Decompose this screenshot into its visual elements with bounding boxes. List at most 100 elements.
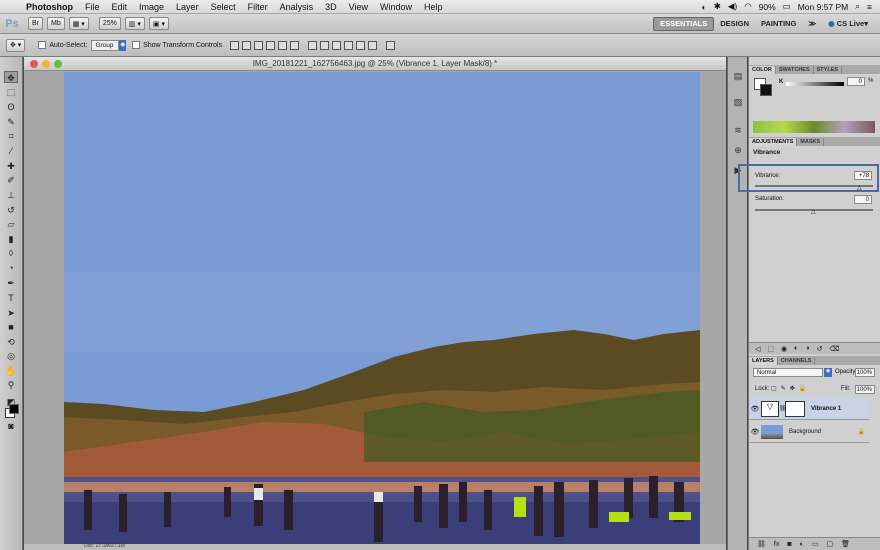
minimize-window-icon[interactable] xyxy=(42,60,50,68)
view-previous-icon[interactable]: ◑ xyxy=(805,345,809,352)
shape-tool-icon[interactable]: ■ xyxy=(4,321,18,333)
history-brush-tool-icon[interactable]: ↺ xyxy=(4,204,18,216)
layer-row-background[interactable]: 👁 Background 🔒 xyxy=(749,421,869,443)
color-panel-background-swatch[interactable] xyxy=(760,84,772,96)
bridge-button[interactable]: Br xyxy=(28,17,43,30)
menu-view[interactable]: View xyxy=(349,2,368,12)
return-to-list-icon[interactable]: ◁ xyxy=(755,345,760,353)
type-tool-icon[interactable]: T xyxy=(4,292,18,304)
layer-row-vibrance[interactable]: 👁 ▽ ⛓ Vibrance 1 xyxy=(749,398,869,420)
opacity-field[interactable]: 100% xyxy=(855,368,875,377)
arrange-documents-button[interactable]: ▥ ▾ xyxy=(124,17,145,30)
quick-mask-icon[interactable]: ◙ xyxy=(4,420,18,432)
zoom-window-icon[interactable] xyxy=(54,60,62,68)
battery-percent[interactable]: 90% xyxy=(759,2,776,12)
add-mask-icon[interactable]: ◙ xyxy=(787,541,791,548)
3d-rotate-tool-icon[interactable]: ⟲ xyxy=(4,336,18,348)
distribute-right-icon[interactable] xyxy=(368,40,378,50)
status-icon[interactable]: ◐ xyxy=(702,2,707,12)
search-icon[interactable]: ⌕ xyxy=(855,1,860,12)
blend-mode-arrow-icon[interactable]: ◆ xyxy=(824,368,832,377)
brush-panel-icon[interactable]: ≋ xyxy=(731,125,745,138)
3d-orbit-tool-icon[interactable]: ◎ xyxy=(4,350,18,362)
menu-window[interactable]: Window xyxy=(380,2,412,12)
fill-field[interactable]: 100% xyxy=(855,385,875,394)
k-value-field[interactable]: 0 xyxy=(847,77,865,86)
view-extras-button[interactable]: ▦ ▾ xyxy=(68,17,89,30)
delete-adjustment-icon[interactable]: ⌫ xyxy=(829,345,839,353)
move-tool-icon[interactable]: ✥ xyxy=(4,71,18,83)
new-group-icon[interactable]: ▭ xyxy=(812,540,819,548)
saturation-value-field[interactable]: 0 xyxy=(854,195,872,204)
lasso-tool-icon[interactable]: ʘ xyxy=(4,101,18,113)
visibility-toggle-icon[interactable]: ◐ xyxy=(794,345,798,352)
menu-analysis[interactable]: Analysis xyxy=(280,2,314,12)
expand-view-icon[interactable]: ⬚ xyxy=(767,345,774,353)
eye-icon[interactable]: 👁 xyxy=(749,405,761,413)
history-panel-icon[interactable]: ▧ xyxy=(731,97,745,110)
color-ramp[interactable] xyxy=(753,121,875,133)
eye-icon[interactable]: 👁 xyxy=(749,428,761,436)
link-layers-icon[interactable]: ⛓ xyxy=(757,540,766,548)
clock[interactable]: Mon 9:57 PM xyxy=(798,2,849,12)
wifi-icon[interactable]: ◠ xyxy=(744,1,751,12)
app-menu[interactable]: Photoshop xyxy=(26,2,73,12)
pen-tool-icon[interactable]: ✒ xyxy=(4,277,18,289)
notification-center-icon[interactable]: ≡ xyxy=(867,2,872,12)
menu-edit[interactable]: Edit xyxy=(112,2,128,12)
menu-help[interactable]: Help xyxy=(424,2,443,12)
menu-image[interactable]: Image xyxy=(139,2,164,12)
workspace-design[interactable]: DESIGN xyxy=(714,17,755,31)
workspace-essentials[interactable]: ESSENTIALS xyxy=(653,16,715,31)
new-adjustment-icon[interactable]: ◐ xyxy=(800,541,804,548)
workspace-painting[interactable]: PAINTING xyxy=(755,17,802,31)
zoom-level-select[interactable]: 25% xyxy=(98,17,121,30)
eyedropper-tool-icon[interactable]: ⁄ xyxy=(4,145,18,157)
marquee-tool-icon[interactable]: ⬚ xyxy=(4,86,18,98)
auto-align-icon[interactable] xyxy=(386,40,396,50)
brush-tool-icon[interactable]: ✐ xyxy=(4,174,18,186)
menu-3d[interactable]: 3D xyxy=(325,2,337,12)
clone-source-panel-icon[interactable]: ⊕ xyxy=(731,145,745,158)
path-selection-tool-icon[interactable]: ➤ xyxy=(4,307,18,319)
volume-icon[interactable]: ◀) xyxy=(728,1,737,12)
bluetooth-icon[interactable]: ✱ xyxy=(714,1,721,12)
blend-mode-select[interactable]: Normal xyxy=(753,368,823,377)
align-hcenter-icon[interactable] xyxy=(278,40,288,50)
tab-channels[interactable]: CHANNELS xyxy=(778,357,816,365)
new-layer-icon[interactable]: ▢ xyxy=(826,540,833,548)
align-left-icon[interactable] xyxy=(266,40,276,50)
auto-select-checkbox[interactable] xyxy=(38,41,47,49)
document-title-bar[interactable]: IMG_20181221_162756463.jpg @ 25% (Vibran… xyxy=(24,57,726,71)
tab-swatches[interactable]: SWATCHES xyxy=(776,66,814,74)
align-bottom-icon[interactable] xyxy=(254,40,264,50)
menu-layer[interactable]: Layer xyxy=(176,2,199,12)
gradient-tool-icon[interactable]: ▮ xyxy=(4,233,18,245)
distribute-bottom-icon[interactable] xyxy=(332,40,342,50)
tab-masks[interactable]: MASKS xyxy=(797,138,825,146)
histogram-panel-icon[interactable]: ▤ xyxy=(731,71,745,84)
image-canvas[interactable] xyxy=(64,72,700,546)
more-workspaces-button[interactable]: ≫ xyxy=(802,17,822,31)
menu-file[interactable]: File xyxy=(85,2,100,12)
crop-tool-icon[interactable]: ⌗ xyxy=(4,130,18,142)
layer-name[interactable]: Background xyxy=(789,429,821,435)
link-icon[interactable]: ⛓ xyxy=(779,405,787,412)
distribute-top-icon[interactable] xyxy=(308,40,318,50)
tab-color[interactable]: COLOR xyxy=(749,66,776,74)
k-slider[interactable] xyxy=(786,82,844,86)
auto-select-dropdown[interactable]: Group xyxy=(91,39,120,51)
lock-all-icon[interactable]: 🔒 xyxy=(799,385,806,392)
menu-filter[interactable]: Filter xyxy=(248,2,268,12)
eraser-tool-icon[interactable]: ▱ xyxy=(4,218,18,230)
menu-select[interactable]: Select xyxy=(211,2,236,12)
saturation-slider-thumb[interactable]: △ xyxy=(811,208,816,215)
align-top-icon[interactable] xyxy=(230,40,240,50)
show-transform-controls-checkbox[interactable] xyxy=(132,41,141,49)
battery-icon[interactable]: ▭ xyxy=(783,1,791,12)
cs-live-button[interactable]: ◉ CS Live ▾ xyxy=(822,17,874,31)
tab-styles[interactable]: STYLES xyxy=(814,66,843,74)
hand-tool-icon[interactable]: ✋ xyxy=(4,365,18,377)
layer-name[interactable]: Vibrance 1 xyxy=(811,406,841,412)
trash-icon[interactable]: 🗑 xyxy=(841,540,850,548)
